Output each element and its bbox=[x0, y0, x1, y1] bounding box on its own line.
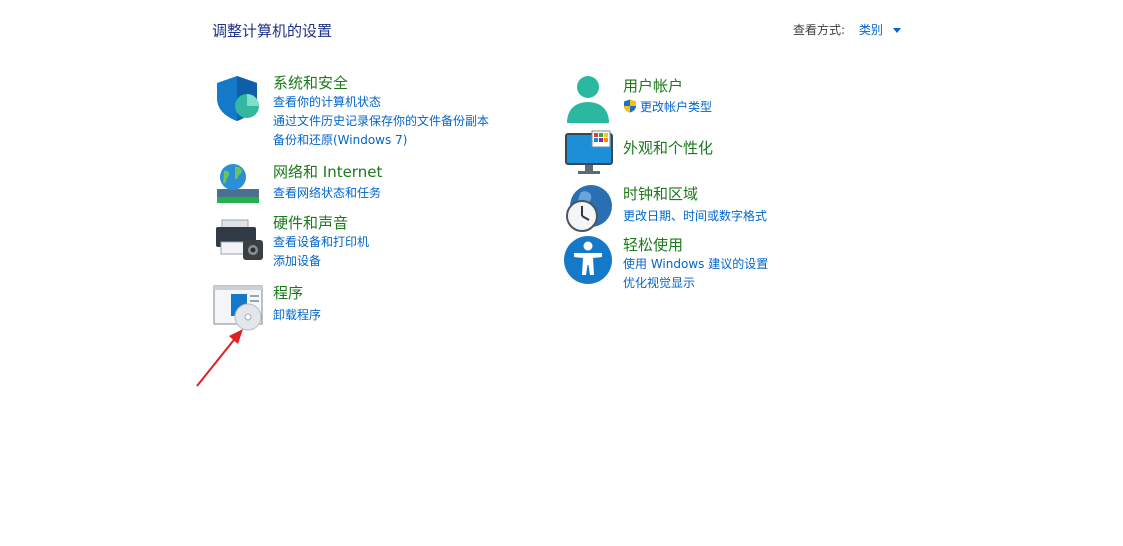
clock-region-title[interactable]: 时钟和区域 bbox=[623, 183, 698, 204]
annotation-arrow-icon bbox=[196, 329, 243, 387]
change-account-type-link[interactable]: 更改帐户类型 bbox=[623, 98, 712, 115]
system-security-title[interactable]: 系统和安全 bbox=[273, 72, 348, 93]
view-computer-status-link[interactable]: 查看你的计算机状态 bbox=[273, 93, 381, 110]
change-date-time-link[interactable]: 更改日期、时间或数字格式 bbox=[623, 207, 767, 224]
uninstall-program-link[interactable]: 卸载程序 bbox=[273, 306, 321, 323]
view-by-dropdown[interactable]: 类别 bbox=[859, 23, 901, 37]
ease-access-title[interactable]: 轻松使用 bbox=[623, 234, 683, 255]
monitor-icon[interactable] bbox=[563, 130, 615, 182]
view-by-value: 类别 bbox=[858, 23, 883, 37]
network-globe-icon[interactable] bbox=[213, 161, 265, 213]
recommended-settings-link[interactable]: 使用 Windows 建议的设置 bbox=[623, 255, 768, 272]
backup-restore-link[interactable]: 备份和还原(Windows 7) bbox=[273, 131, 407, 148]
uac-shield-icon bbox=[624, 99, 636, 113]
programs-title[interactable]: 程序 bbox=[273, 282, 303, 303]
file-history-link[interactable]: 通过文件历史记录保存你的文件备份副本 bbox=[273, 112, 489, 129]
user-icon[interactable] bbox=[563, 75, 615, 127]
add-device-link[interactable]: 添加设备 bbox=[273, 252, 321, 269]
network-title[interactable]: 网络和 Internet bbox=[273, 161, 382, 182]
user-accounts-title[interactable]: 用户帐户 bbox=[623, 75, 683, 96]
clock-globe-icon[interactable] bbox=[563, 183, 615, 235]
view-by-label: 查看方式: bbox=[793, 23, 846, 37]
shield-icon[interactable] bbox=[213, 72, 265, 124]
view-devices-printers-link[interactable]: 查看设备和打印机 bbox=[273, 233, 369, 250]
view-by: 查看方式: 类别 bbox=[793, 21, 901, 38]
optimize-display-link[interactable]: 优化视觉显示 bbox=[623, 274, 695, 291]
page-title: 调整计算机的设置 bbox=[212, 22, 333, 40]
hardware-title[interactable]: 硬件和声音 bbox=[273, 212, 348, 233]
chevron-down-icon bbox=[892, 28, 901, 33]
printer-icon[interactable] bbox=[213, 212, 265, 264]
view-network-status-link[interactable]: 查看网络状态和任务 bbox=[273, 184, 381, 201]
appearance-title[interactable]: 外观和个性化 bbox=[623, 137, 713, 158]
change-account-type-label: 更改帐户类型 bbox=[640, 100, 713, 114]
accessibility-icon[interactable] bbox=[563, 234, 615, 286]
